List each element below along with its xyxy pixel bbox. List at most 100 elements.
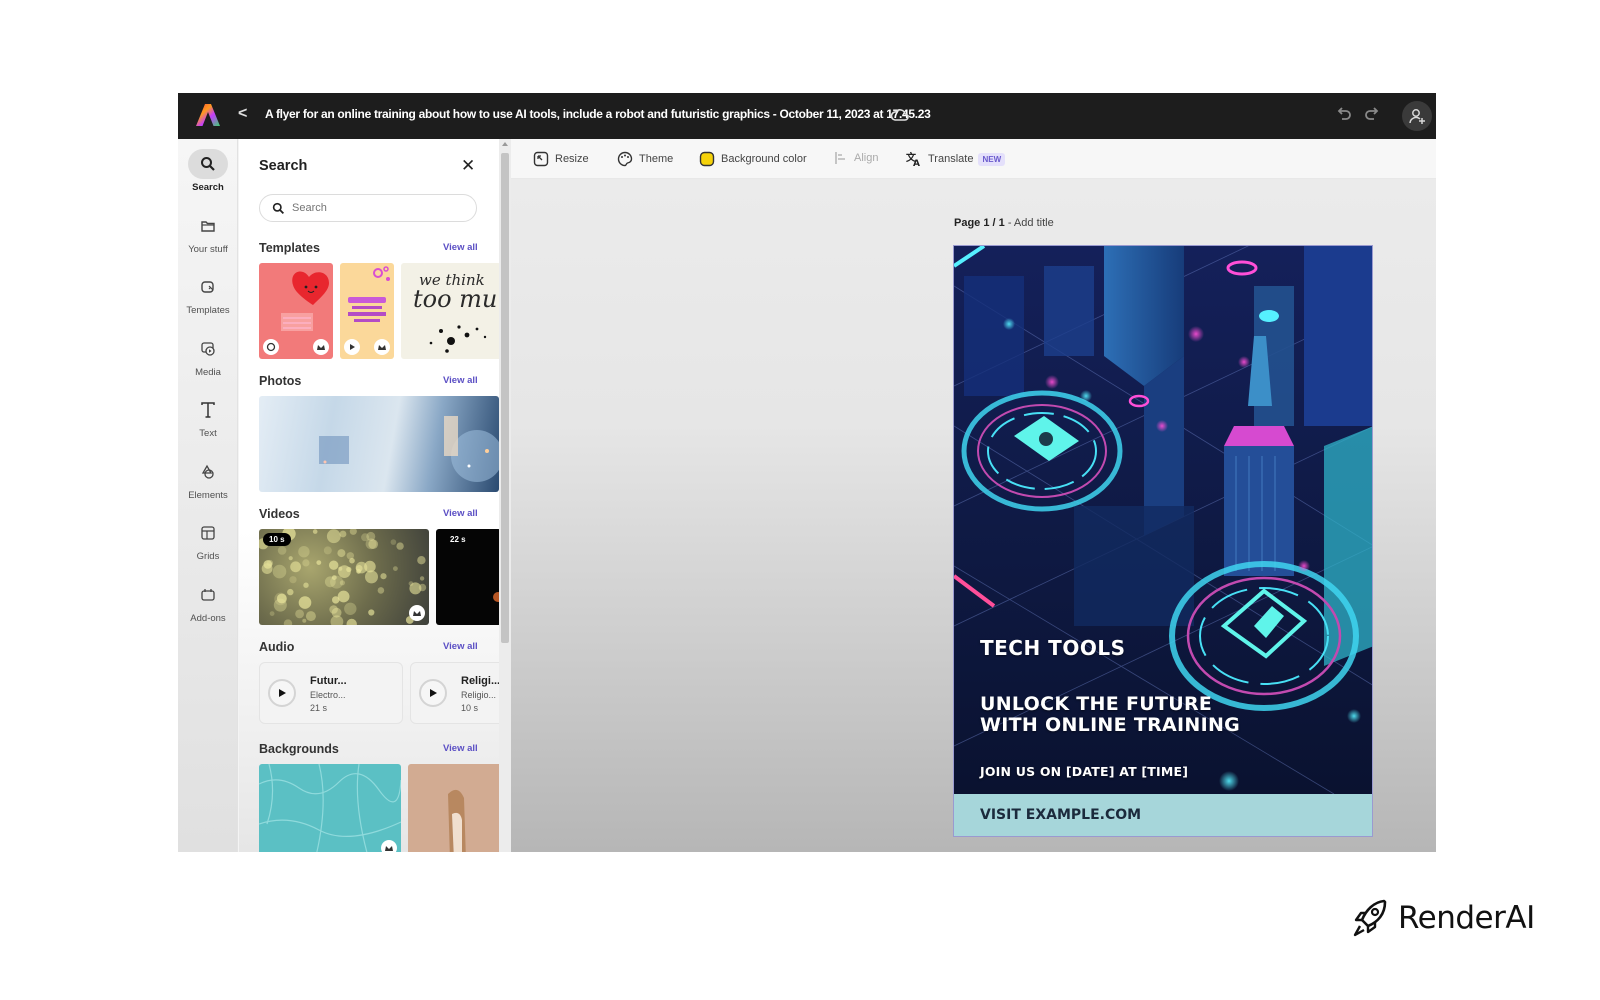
template-thumbnail[interactable]: we think too mu [401, 263, 499, 359]
animated-badge-icon [263, 339, 279, 355]
bokeh-dot [338, 565, 351, 578]
audio-title: Religi... [461, 675, 499, 687]
bokeh-dot [263, 560, 273, 569]
bokeh-dot [364, 560, 376, 573]
subheading-line: WITH ONLINE TRAINING [980, 714, 1241, 736]
bokeh-dot [269, 611, 275, 616]
search-input[interactable] [292, 202, 462, 214]
addons-icon [188, 580, 228, 610]
template-thumbnail[interactable] [259, 263, 333, 359]
bokeh-dot [298, 546, 310, 558]
resize-label: Resize [555, 153, 589, 165]
video-duration-badge: 10 s [263, 533, 291, 546]
back-button[interactable]: < [238, 105, 247, 123]
document-title[interactable]: A flyer for an online training about how… [265, 107, 931, 121]
backgrounds-view-all-link[interactable]: View all [443, 743, 478, 754]
premium-crown-icon [381, 840, 397, 852]
bokeh-dot [323, 546, 332, 555]
adobe-express-logo[interactable] [196, 104, 220, 126]
flyer-subheading[interactable]: UNLOCK THE FUTURE WITH ONLINE TRAINING [980, 694, 1240, 736]
play-button[interactable] [268, 679, 296, 707]
audio-track-card[interactable]: Futur... Electro... 21 s [259, 662, 403, 724]
premium-crown-icon [374, 339, 390, 355]
videos-view-all-link[interactable]: View all [443, 508, 478, 519]
page-title-label[interactable]: Page 1 / 1 - Add title [954, 217, 1054, 229]
flyer-event-details[interactable]: JOIN US ON [DATE] AT [TIME] [980, 764, 1188, 779]
elements-icon [188, 457, 228, 487]
scrollbar-thumb[interactable] [501, 153, 509, 643]
audio-view-all-link[interactable]: View all [443, 641, 478, 652]
bokeh-dot [330, 615, 344, 625]
align-button[interactable]: Align [834, 151, 878, 165]
flyer-design[interactable]: TECH TOOLS UNLOCK THE FUTURE WITH ONLINE… [953, 245, 1373, 837]
bokeh-dot [346, 618, 357, 625]
translate-icon: 文A [906, 151, 922, 167]
quote-template-art: we think too mu [413, 271, 497, 353]
bokeh-dot [365, 570, 378, 584]
cloud-sync-icon[interactable] [890, 105, 910, 125]
rail-item-text[interactable]: Text [178, 395, 238, 451]
translate-label: Translate [928, 153, 974, 165]
rail-item-media[interactable]: Media [178, 334, 238, 390]
rail-item-add-ons[interactable]: Add-ons [178, 580, 238, 636]
photos-section-title: Photos [259, 374, 302, 388]
bokeh-dot [277, 546, 287, 555]
rail-item-elements[interactable]: Elements [178, 457, 238, 513]
rail-item-templates[interactable]: Templates [178, 272, 238, 328]
flyer-heading[interactable]: TECH TOOLS [980, 636, 1125, 660]
bokeh-dot [396, 542, 404, 550]
redo-icon[interactable] [1362, 105, 1382, 125]
video-thumbnail[interactable]: 22 s [436, 529, 499, 625]
rocket-icon [1353, 899, 1387, 937]
bokeh-dot [377, 587, 385, 594]
video-thumbnail[interactable]: 10 s [259, 529, 429, 625]
premium-crown-icon [409, 605, 425, 621]
close-panel-button[interactable]: ✕ [461, 157, 475, 174]
app-window: < A flyer for an online training about h… [178, 93, 1436, 852]
align-icon [834, 151, 848, 165]
flyer-footer-text[interactable]: VISIT EXAMPLE.COM [980, 807, 1141, 823]
bokeh-dot [312, 529, 318, 534]
resize-button[interactable]: Resize [533, 151, 589, 167]
renderai-watermark: RenderAI [1352, 898, 1535, 938]
play-button[interactable] [419, 679, 447, 707]
bokeh-dot [283, 619, 293, 625]
abstract-background-art [448, 789, 466, 852]
audio-duration: 10 s [461, 703, 479, 713]
background-thumbnail[interactable] [408, 764, 499, 852]
bokeh-dot [276, 593, 287, 604]
undo-icon[interactable] [1334, 105, 1354, 125]
bokeh-dot [337, 590, 350, 603]
page-indicator: Page 1 / 1 [954, 217, 1005, 229]
bokeh-dot [368, 609, 375, 616]
add-page-title[interactable]: - Add title [1005, 217, 1054, 229]
bokeh-dot [329, 560, 339, 570]
bokeh-dot [390, 539, 397, 545]
rail-item-grids[interactable]: Grids [178, 518, 238, 574]
background-thumbnail[interactable] [259, 764, 401, 852]
svg-text:A: A [913, 159, 920, 167]
bokeh-dot [302, 559, 310, 567]
search-field[interactable] [259, 194, 477, 222]
template-thumbnail[interactable] [340, 263, 394, 359]
top-bar: < A flyer for an online training about h… [178, 93, 1436, 139]
photos-view-all-link[interactable]: View all [443, 375, 478, 386]
photo-thumbnail[interactable] [259, 396, 499, 492]
bokeh-dot [289, 576, 297, 584]
panel-scrollbar[interactable] [499, 139, 511, 852]
video-play-badge-icon [344, 339, 360, 355]
rail-item-your-stuff[interactable]: Your stuff [178, 211, 238, 267]
invite-user-button[interactable] [1402, 101, 1432, 131]
theme-button[interactable]: Theme [617, 151, 673, 167]
translate-button[interactable]: 文A Translate NEW [906, 151, 1006, 167]
audio-track-card[interactable]: Religi... Religio... 10 s [410, 662, 499, 724]
scroll-up-arrow-icon[interactable] [502, 142, 508, 146]
flyer-footer-band[interactable]: VISIT EXAMPLE.COM [954, 794, 1372, 836]
bokeh-dot [393, 566, 398, 571]
templates-view-all-link[interactable]: View all [443, 242, 478, 253]
rail-item-search[interactable]: Search [178, 149, 238, 205]
bokeh-dot [330, 575, 344, 589]
background-color-button[interactable]: Background color [699, 151, 807, 167]
palette-icon [617, 151, 633, 167]
folder-icon [188, 211, 228, 241]
